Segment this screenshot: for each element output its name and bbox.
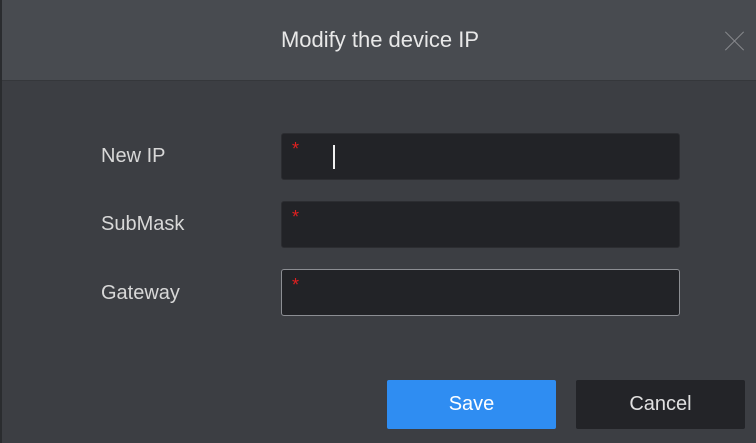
gateway-label: Gateway (101, 282, 180, 304)
modify-ip-dialog: Modify the device IP New IP * SubMask * … (0, 0, 756, 443)
close-icon[interactable] (724, 30, 746, 52)
required-asterisk: * (292, 207, 300, 227)
save-button[interactable]: Save (387, 380, 556, 429)
submask-label: SubMask (101, 213, 185, 235)
new-ip-field[interactable]: * (281, 133, 680, 180)
submask-input[interactable] (328, 210, 658, 238)
text-cursor (333, 145, 335, 169)
dialog-title: Modify the device IP (280, 27, 480, 52)
gateway-field[interactable]: * (281, 269, 680, 316)
dialog-titlebar: Modify the device IP (2, 0, 756, 81)
required-asterisk: * (292, 139, 300, 159)
required-asterisk: * (292, 275, 300, 295)
new-ip-label: New IP (101, 145, 166, 167)
cancel-button[interactable]: Cancel (576, 380, 745, 429)
new-ip-input[interactable] (328, 142, 658, 170)
gateway-input[interactable] (328, 278, 658, 306)
submask-field[interactable]: * (281, 201, 680, 248)
